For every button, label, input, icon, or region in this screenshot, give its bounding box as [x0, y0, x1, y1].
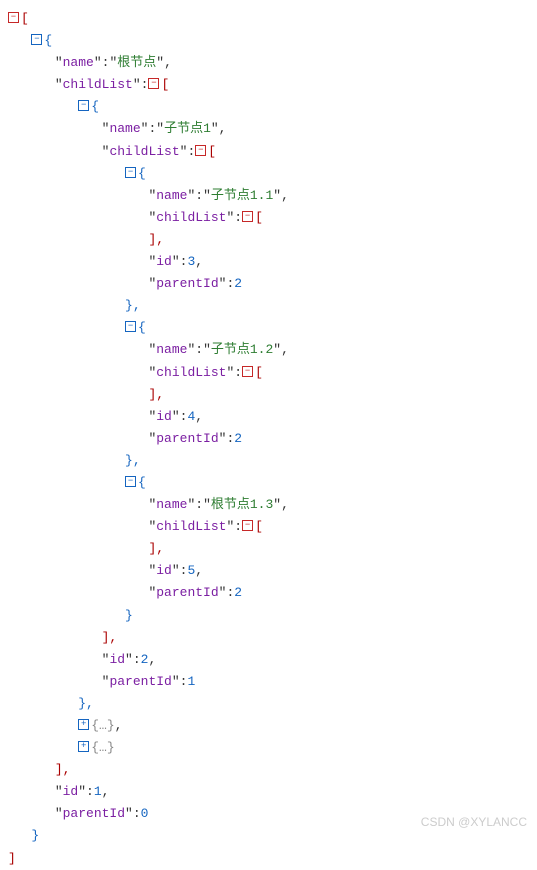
collapse-icon[interactable]	[195, 145, 206, 156]
json-key: childList	[156, 519, 226, 534]
bracket-close: ],	[148, 387, 164, 402]
json-key: childList	[109, 144, 179, 159]
brace-close: }	[31, 828, 39, 843]
json-key: id	[156, 409, 172, 424]
json-key: id	[156, 254, 172, 269]
watermark: CSDN @XYLANCC	[421, 812, 527, 832]
expand-icon[interactable]	[78, 741, 89, 752]
json-key: name	[156, 342, 187, 357]
brace-close: },	[78, 696, 94, 711]
json-key: childList	[156, 365, 226, 380]
json-string: 根节点1.3	[211, 497, 273, 512]
collapse-icon[interactable]	[242, 366, 253, 377]
json-number: 1	[187, 674, 195, 689]
json-key: id	[63, 784, 79, 799]
expand-icon[interactable]	[78, 719, 89, 730]
bracket-close: ],	[55, 762, 71, 777]
collapse-icon[interactable]	[242, 211, 253, 222]
json-key: childList	[156, 210, 226, 225]
collapse-icon[interactable]	[125, 321, 136, 332]
bracket-open: [	[208, 144, 216, 159]
bracket-close: ]	[8, 851, 16, 866]
collapse-icon[interactable]	[148, 78, 159, 89]
brace-open: {	[138, 320, 146, 335]
json-key: id	[109, 652, 125, 667]
brace-close: },	[125, 298, 141, 313]
collapsed-object[interactable]: {…}	[91, 718, 114, 733]
bracket-close: ],	[102, 630, 118, 645]
brace-open: {	[44, 33, 52, 48]
brace-open: {	[138, 475, 146, 490]
bracket-open: [	[21, 11, 29, 26]
brace-close: }	[125, 608, 133, 623]
json-number: 2	[234, 585, 242, 600]
json-key: id	[156, 563, 172, 578]
json-key: parentId	[63, 806, 125, 821]
json-key: childList	[63, 77, 133, 92]
json-string: 子节点1	[164, 121, 211, 136]
bracket-close: ],	[148, 541, 164, 556]
bracket-open: [	[255, 210, 263, 225]
brace-open: {	[138, 166, 146, 181]
collapse-icon[interactable]	[78, 100, 89, 111]
bracket-open: [	[255, 365, 263, 380]
json-number: 1	[94, 784, 102, 799]
json-key: parentId	[156, 585, 218, 600]
json-number: 2	[234, 276, 242, 291]
bracket-close: ],	[148, 232, 164, 247]
brace-open: {	[91, 99, 99, 114]
collapse-icon[interactable]	[125, 167, 136, 178]
bracket-open: [	[255, 519, 263, 534]
json-key: name	[63, 55, 94, 70]
json-key: name	[109, 121, 140, 136]
json-string: 子节点1.2	[211, 342, 273, 357]
json-key: parentId	[156, 276, 218, 291]
json-key: name	[156, 497, 187, 512]
json-string: 子节点1.1	[211, 188, 273, 203]
json-number: 0	[141, 806, 149, 821]
brace-close: },	[125, 453, 141, 468]
json-string: 根节点	[117, 55, 156, 70]
collapse-icon[interactable]	[242, 520, 253, 531]
collapsed-object[interactable]: {…}	[91, 740, 114, 755]
json-number: 2	[234, 431, 242, 446]
json-key: parentId	[109, 674, 171, 689]
json-key: name	[156, 188, 187, 203]
bracket-open: [	[161, 77, 169, 92]
json-viewer: [ { "name":"根节点", "childList":[ { "name"…	[8, 8, 529, 870]
collapse-icon[interactable]	[125, 476, 136, 487]
collapse-icon[interactable]	[8, 12, 19, 23]
json-key: parentId	[156, 431, 218, 446]
collapse-icon[interactable]	[31, 34, 42, 45]
